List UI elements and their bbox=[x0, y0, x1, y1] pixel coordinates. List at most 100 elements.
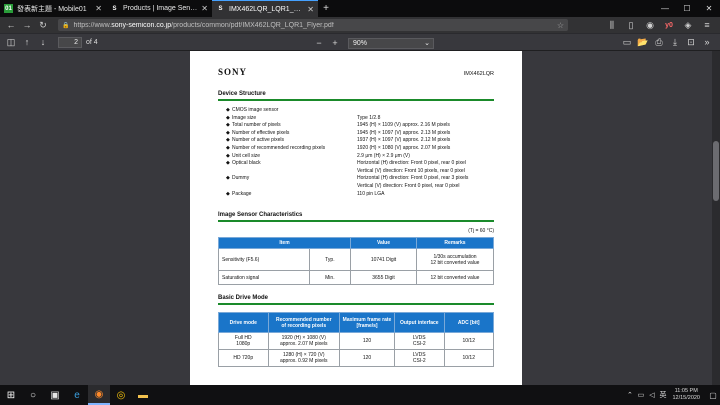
sidebar-icon[interactable]: ▯ bbox=[624, 18, 638, 32]
table-cell: Typ. bbox=[308, 248, 352, 272]
spec-value: Vertical (V) direction: Front 10 pixels,… bbox=[357, 167, 465, 174]
section-title-device-structure: Device Structure bbox=[218, 91, 494, 101]
spec-key-text: Unit cell size bbox=[232, 152, 261, 159]
table-header-remarks: Remarks bbox=[416, 237, 494, 250]
tray-overflow-icon[interactable]: ⌃ bbox=[624, 391, 635, 399]
sidebar-toggle-icon[interactable]: ◫ bbox=[4, 35, 18, 49]
page-down-icon[interactable]: ↓ bbox=[36, 35, 50, 49]
scroll-thumb[interactable] bbox=[713, 141, 719, 201]
spec-key: ◆ CMOS image sensor bbox=[218, 107, 357, 115]
pdf-toolbar-right: ▭ 📂 ⎙ ⤓ ⊡ » bbox=[620, 35, 716, 49]
spec-key-text: Image size bbox=[232, 114, 257, 121]
zoom-select[interactable]: 90% ⌄ bbox=[348, 37, 434, 49]
download-icon[interactable]: ⤓ bbox=[668, 35, 682, 49]
open-file-icon[interactable]: 📂 bbox=[636, 35, 650, 49]
print-icon[interactable]: ⎙ bbox=[652, 35, 666, 49]
spec-key: ◆ Optical black bbox=[218, 160, 357, 168]
sony-s-icon: S bbox=[112, 5, 117, 12]
spec-row: Vertical (V) direction: Front 0 pixel, r… bbox=[218, 183, 494, 191]
zoom-controls: − + 90% ⌄ bbox=[312, 36, 434, 50]
page-number-input[interactable] bbox=[58, 36, 82, 48]
close-icon[interactable]: ✕ bbox=[307, 5, 314, 14]
volume-icon[interactable]: ◁ bbox=[646, 391, 657, 399]
clock-date: 12/15/2020 bbox=[672, 395, 700, 401]
zoom-in-icon[interactable]: + bbox=[328, 36, 342, 50]
extension-icon[interactable]: ◈ bbox=[681, 18, 695, 32]
maximize-icon[interactable]: ☐ bbox=[676, 0, 698, 17]
account-icon[interactable]: ◉ bbox=[643, 18, 657, 32]
page-up-icon[interactable]: ↑ bbox=[20, 35, 34, 49]
new-tab-button[interactable]: + bbox=[318, 0, 334, 17]
library-icon[interactable]: ⫼ bbox=[605, 18, 619, 32]
edge-icon[interactable]: e bbox=[66, 385, 88, 405]
chrome-icon[interactable]: ◎ bbox=[110, 385, 132, 405]
spec-key: ◆ Dummy bbox=[218, 175, 357, 183]
reload-icon[interactable]: ↻ bbox=[36, 18, 50, 32]
notification-icon[interactable]: ▢ bbox=[706, 391, 720, 400]
table-cell: 1/30s accumulation 12 bit converted value bbox=[416, 248, 494, 272]
table-row: Saturation signal Min. 3655 Digit 12 bit… bbox=[218, 270, 494, 286]
bookmark-icon[interactable]: ⊡ bbox=[684, 35, 698, 49]
chevron-down-icon: ⌄ bbox=[424, 40, 430, 47]
windows-start-icon[interactable]: ⊞ bbox=[0, 385, 22, 405]
model-number: IMX462LQR bbox=[463, 71, 494, 77]
close-window-icon[interactable]: ✕ bbox=[698, 0, 720, 17]
spec-value: Type 1/2.8 bbox=[357, 114, 381, 121]
pdf-viewer[interactable]: SONY IMX462LQR Device Structure ◆ CMOS im… bbox=[0, 51, 720, 385]
tools-icon[interactable]: » bbox=[700, 35, 714, 49]
task-view-icon[interactable]: ▣ bbox=[44, 385, 66, 405]
table-header-value: Value bbox=[350, 237, 417, 250]
minimize-icon[interactable]: — bbox=[654, 0, 676, 17]
url-bar[interactable]: 🔒 https://www.sony-semicon.co.jp/product… bbox=[58, 19, 568, 31]
nav-bar: ← → ↻ 🔒 https://www.sony-semicon.co.jp/p… bbox=[0, 17, 720, 33]
back-icon[interactable]: ← bbox=[4, 18, 18, 32]
spec-key-text: Optical black bbox=[232, 160, 261, 167]
profile-badge[interactable]: y0 bbox=[662, 18, 676, 32]
temperature-condition: (Tj = 60 °C) bbox=[468, 228, 494, 235]
spec-key: ◆ Image size bbox=[218, 115, 357, 123]
search-icon[interactable]: ○ bbox=[22, 385, 44, 405]
screen: 01 發表新主題 - Mobile01 ✕ S Products | Image… bbox=[0, 0, 720, 405]
url-text: https://www.sony-semicon.co.jp/products/… bbox=[73, 21, 334, 29]
zoom-value: 90% bbox=[353, 39, 368, 47]
file-explorer-icon[interactable]: ▬ bbox=[132, 385, 154, 405]
tab-mobile01[interactable]: 01 發表新主題 - Mobile01 ✕ bbox=[0, 0, 106, 17]
tab-sony-products[interactable]: S Products | Image Sensor | Sony ✕ bbox=[106, 0, 212, 17]
network-icon[interactable]: ▭ bbox=[635, 391, 646, 399]
table-cell: HD 720p bbox=[218, 349, 269, 368]
table-cell: 12 bit converted value bbox=[416, 270, 494, 286]
firefox-icon[interactable]: ◉ bbox=[88, 385, 110, 405]
tab-label: IMX462LQR_LQR1_Flyer.pdf bbox=[229, 5, 304, 13]
language-icon[interactable]: 英 bbox=[657, 390, 668, 400]
spec-row: ◆ Total number of pixels 1945 (H) × 1109 (… bbox=[218, 122, 494, 130]
table-cell: Saturation signal bbox=[218, 270, 310, 286]
spec-row: ◆ Package 110 pin LGA bbox=[218, 191, 494, 199]
spec-key: ◆ Number of effective pixels bbox=[218, 130, 357, 138]
spec-key: ◆ Number of recommended recording pixels bbox=[218, 145, 357, 153]
spec-value: 1937 (H) × 1097 (V) approx. 2.12 M pixel… bbox=[357, 137, 451, 144]
spec-key: ◆ Number of active pixels bbox=[218, 137, 357, 145]
zoom-out-icon[interactable]: − bbox=[312, 36, 326, 50]
remark-line: 12 bit converted value bbox=[430, 259, 480, 266]
tab-pdf-flyer[interactable]: S IMX462LQR_LQR1_Flyer.pdf ✕ bbox=[212, 0, 318, 17]
clock[interactable]: 11:05 PM 12/15/2020 bbox=[672, 388, 700, 402]
clock-time: 11:05 PM bbox=[674, 388, 698, 394]
forward-icon[interactable]: → bbox=[20, 18, 34, 32]
table-cell: 3655 Digit bbox=[350, 270, 417, 286]
close-icon[interactable]: ✕ bbox=[95, 4, 102, 13]
spec-row: ◆ Number of effective pixels 1945 (H) × 10… bbox=[218, 130, 494, 138]
presentation-icon[interactable]: ▭ bbox=[620, 35, 634, 49]
table-header-adc: ADC [bit] bbox=[443, 312, 494, 334]
spec-value: Horizontal (H) direction: Front 0 pixel,… bbox=[357, 160, 466, 167]
spec-value: 1945 (H) × 1109 (V) approx. 2.16 M pixel… bbox=[357, 122, 450, 129]
section-title-characteristics: Image Sensor Characteristics bbox=[218, 212, 494, 223]
close-icon[interactable]: ✕ bbox=[201, 4, 208, 13]
sony-logo: SONY bbox=[218, 67, 248, 77]
vertical-scrollbar[interactable] bbox=[712, 51, 720, 385]
table-cell: 120 bbox=[339, 332, 395, 351]
table-row: Full HD 1080p 1920 (H) × 1080 (V) approx. … bbox=[218, 332, 494, 351]
bookmark-star-icon[interactable]: ☆ bbox=[557, 21, 564, 30]
table-cell: LVDS CSI-2 bbox=[394, 349, 445, 368]
menu-icon[interactable]: ≡ bbox=[700, 18, 714, 32]
spec-row: ◆ Unit cell size 2.9 μm (H) × 2.9 μm (V) bbox=[218, 153, 494, 161]
